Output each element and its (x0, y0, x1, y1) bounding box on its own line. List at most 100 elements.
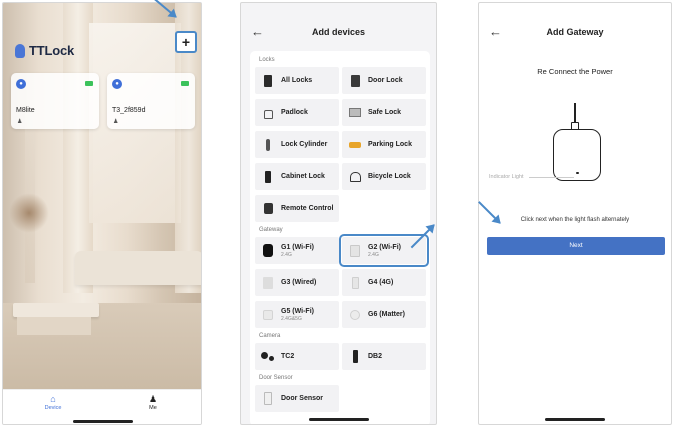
device-label: G3 (Wired) (281, 279, 317, 286)
plant (9, 193, 49, 233)
device-door-lock[interactable]: Door Lock (342, 67, 426, 94)
device-label: Padlock (281, 109, 308, 116)
indicator-light (576, 172, 579, 174)
gateway-g3-icon (261, 276, 275, 290)
parking-lock-icon (348, 138, 362, 152)
app-brand: TTLock (15, 43, 74, 58)
device-all-locks[interactable]: All Locks (255, 67, 339, 94)
gateway-g2-icon (348, 244, 362, 258)
gateway-g4-icon (348, 276, 362, 290)
lock-icon: ● (112, 79, 122, 89)
device-cabinet-lock[interactable]: Cabinet Lock (255, 163, 339, 190)
device-parking-lock[interactable]: Parking Lock (342, 131, 426, 158)
ttlock-logo-icon (15, 43, 25, 58)
instruction-text: Click next when the light flash alternat… (520, 217, 630, 223)
lock-name: T3_2f859d (112, 107, 146, 114)
door-sensor-icon (261, 392, 275, 406)
device-g5-wifi[interactable]: G5 (Wi-Fi) 2.4G&5G (255, 301, 339, 328)
gateway-device-illustration (553, 129, 601, 181)
camera-tc2-icon (261, 350, 275, 364)
device-sublabel: 2.4G (368, 251, 379, 258)
device-label: G5 (Wi-Fi) (281, 307, 314, 315)
device-label: Lock Cylinder (281, 141, 328, 148)
safe-lock-icon (348, 106, 362, 120)
device-sublabel: 2.4G&5G (281, 315, 302, 322)
device-label: G2 (Wi-Fi) (368, 243, 401, 251)
nav-bar: ← Add Gateway (479, 3, 671, 45)
nav-bar: ← Add devices (241, 3, 436, 45)
device-label: TC2 (281, 353, 295, 360)
page-title: Add devices (311, 27, 366, 37)
device-bicycle-lock[interactable]: Bicycle Lock (342, 163, 426, 190)
home-screen: TTLock + ● M8lite ♟ ● T3_2f859d ♟ ⌂ Devi… (2, 2, 202, 425)
device-g1-wifi[interactable]: G1 (Wi-Fi) 2.4G (255, 237, 339, 264)
tab-device[interactable]: ⌂ Device (33, 394, 73, 411)
gateway-g6-icon (348, 308, 362, 322)
lock-card-m8lite[interactable]: ● M8lite ♟ (11, 73, 99, 129)
device-g6-matter[interactable]: G6 (Matter) (342, 301, 426, 328)
tab-me[interactable]: ♟ Me (133, 394, 173, 411)
section-door-sensor: Door Sensor (259, 375, 293, 381)
lock-name: M8lite (16, 107, 35, 114)
device-lock-cylinder[interactable]: Lock Cylinder (255, 131, 339, 158)
device-tc2[interactable]: TC2 (255, 343, 339, 370)
home-icon: ⌂ (50, 394, 56, 404)
step-subtitle: Re Connect the Power (537, 67, 613, 76)
device-label: G1 (Wi-Fi) (281, 243, 314, 251)
device-label: Parking Lock (368, 141, 412, 148)
device-safe-lock[interactable]: Safe Lock (342, 99, 426, 126)
person-icon: ♟ (113, 119, 119, 125)
home-indicator (545, 418, 605, 421)
tab-label: Me (149, 405, 157, 411)
home-indicator (308, 418, 369, 421)
device-g2-wifi[interactable]: G2 (Wi-Fi) 2.4G (339, 234, 429, 267)
bottom-tab-bar: ⌂ Device ♟ Me (3, 389, 201, 424)
device-padlock[interactable]: Padlock (255, 99, 339, 126)
coffee-table-base (17, 317, 91, 335)
sofa (75, 251, 201, 285)
lock-icon (261, 74, 275, 88)
next-button[interactable]: Next (487, 237, 665, 255)
brand-name: TTLock (29, 43, 75, 58)
bicycle-lock-icon (348, 170, 362, 184)
room-background-image (3, 3, 201, 389)
door-lock-icon (348, 74, 362, 88)
device-remote-control[interactable]: Remote Control (255, 195, 339, 222)
home-indicator (73, 420, 133, 423)
lock-cylinder-icon (261, 138, 275, 152)
battery-icon (181, 81, 189, 86)
remote-control-icon (261, 202, 275, 216)
gateway-g1-icon (261, 244, 275, 258)
doorbell-db2-icon (348, 350, 362, 364)
device-g3-wired[interactable]: G3 (Wired) (255, 269, 339, 296)
device-list-panel: Locks All Locks Door Lock Padlock Safe L… (250, 51, 430, 424)
lock-card-t3[interactable]: ● T3_2f859d ♟ (107, 73, 195, 129)
device-label: All Locks (281, 77, 313, 84)
tab-label: Device (44, 405, 62, 411)
cabinet-lock-icon (261, 170, 275, 184)
battery-icon (85, 81, 93, 86)
device-label: Safe Lock (368, 109, 402, 116)
person-icon: ♟ (148, 394, 158, 404)
device-label: Door Lock (368, 77, 403, 84)
device-door-sensor[interactable]: Door Sensor (255, 385, 339, 412)
add-device-button[interactable]: + (175, 31, 197, 53)
add-gateway-screen: ← Add Gateway Re Connect the Power Indic… (478, 2, 672, 425)
device-label: Bicycle Lock (368, 173, 411, 180)
device-label: G4 (4G) (368, 279, 394, 286)
person-icon: ♟ (17, 119, 23, 125)
add-devices-screen: ← Add devices Locks All Locks Door Lock … (240, 2, 437, 425)
device-db2[interactable]: DB2 (342, 343, 426, 370)
device-g4-4g[interactable]: G4 (4G) (342, 269, 426, 296)
coffee-table (13, 303, 99, 317)
gateway-g5-icon (261, 308, 275, 322)
section-camera: Camera (259, 333, 281, 339)
device-label: G6 (Matter) (368, 311, 405, 318)
section-gateway: Gateway (259, 227, 283, 233)
device-label: Remote Control (281, 205, 334, 212)
tutorial-stage: TTLock + ● M8lite ♟ ● T3_2f859d ♟ ⌂ Devi… (0, 0, 674, 427)
page-title: Add Gateway (546, 27, 604, 37)
device-sublabel: 2.4G (281, 251, 292, 258)
padlock-icon (261, 106, 275, 120)
indicator-light-label: Indicator Light (489, 174, 524, 180)
